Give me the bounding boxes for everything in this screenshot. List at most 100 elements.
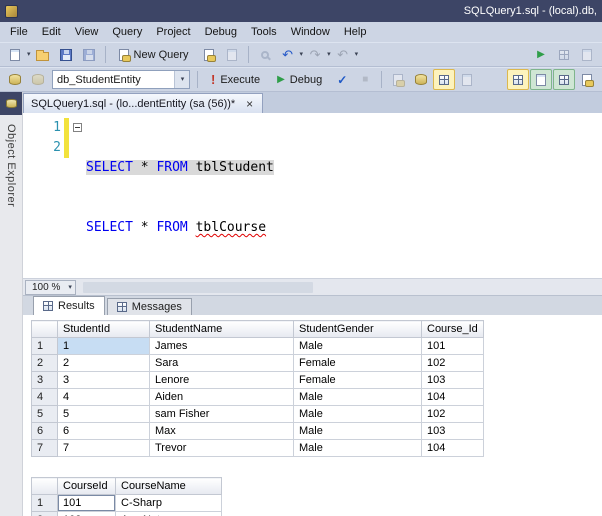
cell[interactable]: Lenore [149, 371, 294, 389]
cell[interactable]: Female [293, 354, 422, 372]
scrollbar-thumb[interactable] [82, 281, 313, 293]
cell[interactable]: 101 [421, 337, 484, 355]
redo-split-button[interactable]: ↷ ▾ [304, 44, 331, 65]
column-header-studentgender[interactable]: StudentGender [293, 320, 422, 338]
cell[interactable]: Male [293, 337, 422, 355]
navigate-backward-split-button[interactable]: ↶ ▾ [332, 44, 359, 65]
cell[interactable]: 104 [421, 388, 484, 406]
execute-button[interactable]: ! Execute [203, 69, 268, 90]
object-explorer-icon-box[interactable] [0, 92, 22, 115]
cell[interactable]: Trevor [149, 439, 294, 457]
row-header[interactable]: 3 [31, 371, 58, 389]
zoom-selector[interactable]: 100 % ▾ [25, 279, 76, 295]
display-estimated-plan-button[interactable] [387, 69, 409, 90]
sqlcmd-mode-button[interactable] [530, 69, 552, 90]
cell[interactable]: Male [293, 439, 422, 457]
row-header[interactable]: 2 [31, 354, 58, 372]
database-selector[interactable]: db_StudentEntity ▾ [52, 70, 190, 89]
row-header[interactable]: 7 [31, 439, 58, 457]
cell[interactable]: James [149, 337, 294, 355]
column-header-studentname[interactable]: StudentName [149, 320, 294, 338]
code-line-2[interactable]: SELECT * FROM tblCourse [86, 218, 602, 238]
row-header[interactable]: 5 [31, 405, 58, 423]
chevron-down-icon[interactable]: ▾ [300, 51, 304, 58]
comment-selection-button[interactable] [576, 69, 598, 90]
row-header[interactable]: 1 [31, 494, 58, 512]
cell[interactable]: 4 [57, 388, 150, 406]
row-header[interactable]: 2 [31, 511, 58, 516]
cell[interactable]: 3 [57, 371, 150, 389]
navigate-backward-icon[interactable]: ↶ [337, 48, 348, 61]
cell[interactable]: 102 [57, 511, 116, 516]
parse-button[interactable]: ✓ [331, 69, 353, 90]
cell[interactable]: Max [149, 422, 294, 440]
column-header-coursename[interactable]: CourseName [115, 477, 222, 495]
cell[interactable]: 102 [421, 405, 484, 423]
properties-button[interactable] [576, 44, 598, 65]
tab-messages[interactable]: Messages [106, 298, 192, 315]
chevron-down-icon[interactable]: ▾ [327, 51, 331, 58]
cell[interactable]: 7 [57, 439, 150, 457]
close-icon[interactable]: × [244, 98, 255, 110]
cell[interactable]: 104 [421, 439, 484, 457]
undo-split-button[interactable]: ↶ ▾ [277, 44, 304, 65]
cell[interactable]: 2 [57, 354, 150, 372]
menu-debug[interactable]: Debug [198, 22, 244, 42]
cell[interactable]: Asp.Net [115, 511, 222, 516]
save-button[interactable] [55, 44, 77, 65]
cell[interactable]: 6 [57, 422, 150, 440]
menu-window[interactable]: Window [284, 22, 337, 42]
cell[interactable]: 103 [421, 422, 484, 440]
cell[interactable]: Male [293, 388, 422, 406]
cell[interactable]: 103 [421, 371, 484, 389]
grid-corner[interactable] [31, 477, 58, 495]
menu-tools[interactable]: Tools [244, 22, 284, 42]
connect-button[interactable] [4, 69, 26, 90]
database-engine-query-button[interactable] [198, 44, 220, 65]
document-tab[interactable]: SQLQuery1.sql - (lo...dentEntity (sa (56… [23, 93, 264, 113]
intellisense-enabled-button[interactable] [433, 69, 456, 90]
new-query-button[interactable]: New Query [111, 44, 197, 65]
cell[interactable]: 5 [57, 405, 150, 423]
sidebar-tab-object-explorer[interactable]: Object Explorer [5, 124, 17, 207]
open-file-button[interactable] [32, 44, 54, 65]
change-connection-button[interactable] [27, 69, 49, 90]
analysis-services-query-button[interactable] [221, 44, 243, 65]
cell[interactable]: Male [293, 422, 422, 440]
menu-help[interactable]: Help [337, 22, 374, 42]
row-header[interactable]: 4 [31, 388, 58, 406]
redo-icon[interactable]: ↷ [310, 48, 321, 61]
code-text-area[interactable]: SELECT * FROM tblStudent SELECT * FROM t… [86, 113, 602, 278]
cell-selected[interactable]: 1 [57, 337, 150, 355]
column-header-studentid[interactable]: StudentId [57, 320, 150, 338]
column-header-courseid[interactable]: CourseId [57, 477, 116, 495]
start-button[interactable]: ▶ [530, 44, 552, 65]
collapse-region-icon[interactable] [73, 123, 82, 132]
cell[interactable]: 102 [421, 354, 484, 372]
tab-results[interactable]: Results [33, 296, 105, 315]
new-file-split-button[interactable]: ▾ [4, 44, 31, 65]
cell-focused[interactable]: 101 [57, 494, 116, 512]
menu-edit[interactable]: Edit [35, 22, 68, 42]
menu-view[interactable]: View [68, 22, 106, 42]
grid-corner[interactable] [31, 320, 58, 338]
cell[interactable]: sam Fisher [149, 405, 294, 423]
menu-file[interactable]: File [3, 22, 35, 42]
chevron-down-icon[interactable]: ▾ [355, 51, 359, 58]
menu-query[interactable]: Query [105, 22, 149, 42]
menu-project[interactable]: Project [149, 22, 197, 42]
code-editor[interactable]: 1 2 SELECT * FROM tblStudent SELECT * FR… [23, 113, 602, 278]
include-client-statistics-button[interactable] [456, 69, 478, 90]
cell[interactable]: C-Sharp [115, 494, 222, 512]
window-layout-button[interactable] [553, 44, 575, 65]
chevron-down-icon[interactable]: ▾ [27, 51, 31, 58]
chevron-down-icon[interactable]: ▾ [174, 71, 189, 88]
code-line-1[interactable]: SELECT * FROM tblStudent [86, 158, 602, 178]
save-all-button[interactable] [78, 44, 100, 65]
debug-button[interactable]: ▶ Debug [269, 69, 330, 90]
include-actual-plan-button[interactable] [553, 69, 575, 90]
cell[interactable]: Male [293, 405, 422, 423]
undo-icon[interactable]: ↶ [282, 48, 293, 61]
find-button[interactable] [254, 44, 276, 65]
row-header[interactable]: 1 [31, 337, 58, 355]
